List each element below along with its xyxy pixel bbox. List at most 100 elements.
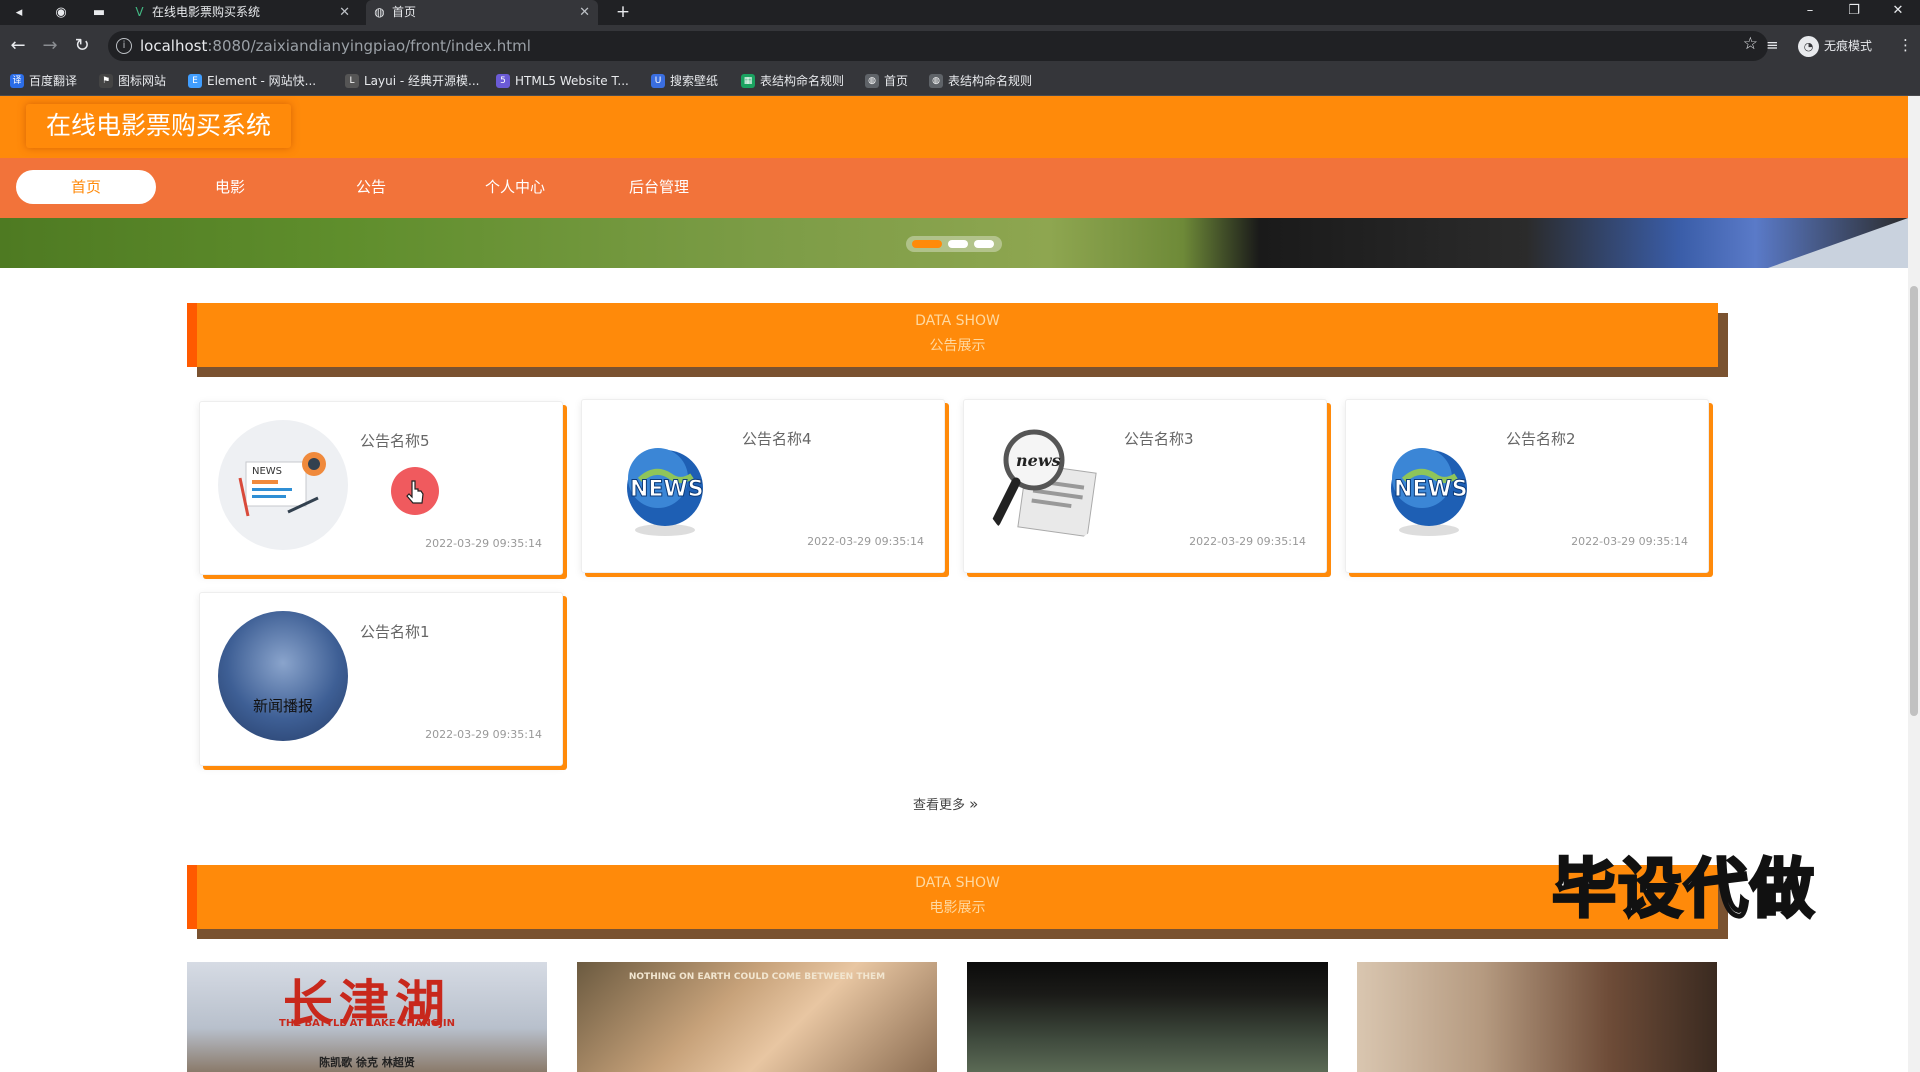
site-info-icon[interactable]: i: [116, 38, 132, 54]
svg-text:NEWS: NEWS: [1394, 477, 1468, 502]
double-chevron-right-icon: »: [969, 795, 979, 813]
notice-card[interactable]: NEWS 公告名称2 2022-03-29 09:35:14: [1345, 399, 1709, 573]
main-nav: 首页 电影 公告 个人中心 后台管理: [0, 158, 1908, 218]
notice-title: 公告名称3: [1124, 430, 1194, 448]
hero-carousel[interactable]: [0, 218, 1908, 268]
notice-card[interactable]: NEWS 公告名称5 2022-03-29 09:35:14: [199, 401, 563, 575]
movie-poster[interactable]: [967, 962, 1328, 1072]
nav-item-admin[interactable]: 后台管理: [589, 170, 729, 204]
nav-item-home[interactable]: 首页: [16, 170, 156, 204]
browser-toolbar: ← → ↻ i localhost:8080/zaixiandianyingpi…: [0, 25, 1920, 67]
bookmark-item[interactable]: E Element - 网站快...: [188, 73, 316, 90]
section-title-cn: 公告展示: [929, 338, 986, 354]
watermark-text: 毕设代做: [1551, 852, 1816, 929]
notice-time: 2022-03-29 09:35:14: [807, 535, 924, 548]
poster-cast: 陈凯歌 徐克 林超贤: [319, 1056, 415, 1069]
url-path: :8080/zaixiandianyingpiao/front/index.ht…: [207, 37, 531, 55]
svg-text:news: news: [1016, 451, 1061, 470]
pinned-tab-icon[interactable]: ◉: [50, 3, 72, 22]
html5-icon: 5: [496, 74, 510, 88]
view-more-label: 查看更多: [913, 798, 966, 813]
browser-tab[interactable]: V 在线电影票购买系统 ✕: [126, 0, 358, 25]
news-globe-icon: NEWS: [600, 418, 730, 548]
carousel-dot[interactable]: [974, 240, 994, 248]
reload-icon[interactable]: ↻: [70, 34, 94, 58]
translate-icon: 译: [10, 74, 24, 88]
bookmark-label: 百度翻译: [29, 74, 78, 88]
magnifier-newspaper-icon: news: [982, 418, 1112, 548]
notice-title: 公告名称4: [742, 430, 812, 448]
bookmark-label: Element - 网站快...: [207, 74, 317, 88]
bookmark-item[interactable]: L Layui - 经典开源模...: [345, 73, 479, 90]
bookmark-label: 图标网站: [118, 74, 167, 88]
notice-time: 2022-03-29 09:35:14: [425, 537, 542, 550]
notice-card[interactable]: news 公告名称3 2022-03-29 09:35:14: [963, 399, 1327, 573]
svg-text:NEWS: NEWS: [252, 466, 282, 477]
nav-item-profile[interactable]: 个人中心: [445, 170, 585, 204]
tab-search-icon[interactable]: ◂: [8, 3, 30, 22]
restore-icon[interactable]: ❐: [1832, 0, 1876, 25]
globe-icon: ◍: [929, 74, 943, 88]
banner-decoration: [1768, 218, 1908, 268]
pinned-tab-icon[interactable]: ▬: [88, 3, 110, 22]
movie-poster[interactable]: NOTHING ON EARTH COULD COME BETWEEN THEM: [577, 962, 937, 1072]
tab-title: 在线电影票购买系统: [152, 5, 261, 19]
notice-title: 公告名称5: [360, 432, 430, 450]
section-title-en: DATA SHOW: [915, 875, 1000, 891]
incognito-indicator[interactable]: ◔ 无痕模式: [1796, 33, 1872, 59]
bookmark-label: 首页: [884, 74, 909, 88]
screen: ◂ ◉ ▬ V 在线电影票购买系统 ✕ ◍ 首页 ✕ + – ❐ ✕ ← → ↻…: [0, 0, 1920, 1072]
bookmark-item[interactable]: 5 HTML5 Website T...: [496, 73, 629, 90]
svg-text:NEWS: NEWS: [630, 477, 704, 502]
bookmark-item[interactable]: ◍ 表结构命名规则: [929, 73, 1032, 90]
forward-arrow-icon[interactable]: →: [38, 34, 62, 58]
menu-kebab-icon[interactable]: ⋮: [1898, 36, 1913, 54]
page-scrollbar[interactable]: [1908, 96, 1920, 1072]
bookmark-item[interactable]: ⚑ 图标网站: [99, 73, 166, 90]
reading-list-icon[interactable]: ≡: [1766, 36, 1779, 54]
layui-logo-icon: L: [345, 74, 359, 88]
incognito-label: 无痕模式: [1824, 39, 1873, 53]
browser-tab-bar: ◂ ◉ ▬ V 在线电影票购买系统 ✕ ◍ 首页 ✕ + – ❐ ✕: [0, 0, 1920, 25]
address-bar[interactable]: i localhost:8080/zaixiandianyingpiao/fro…: [108, 31, 1768, 61]
notice-title: 公告名称1: [360, 623, 430, 641]
close-window-icon[interactable]: ✕: [1876, 0, 1920, 25]
carousel-dot[interactable]: [948, 240, 968, 248]
movie-poster[interactable]: [1357, 962, 1717, 1072]
new-tab-icon[interactable]: +: [612, 3, 634, 22]
sheet-icon: ▦: [741, 74, 755, 88]
nav-item-notices[interactable]: 公告: [301, 170, 441, 204]
site-title[interactable]: 在线电影票购买系统: [26, 104, 291, 148]
bookmark-item[interactable]: ▦ 表结构命名规则: [741, 73, 844, 90]
back-arrow-icon[interactable]: ←: [6, 34, 30, 58]
nav-item-movies[interactable]: 电影: [160, 170, 300, 204]
wallpaper-icon: U: [651, 74, 665, 88]
notice-card[interactable]: 新闻播报 公告名称1 2022-03-29 09:35:14: [199, 592, 563, 766]
element-logo-icon: E: [188, 74, 202, 88]
movie-poster[interactable]: 长津湖 THE BATTLE AT LAKE CHANGJIN 陈凯歌 徐克 林…: [187, 962, 547, 1072]
view-more-link[interactable]: 查看更多 »: [913, 794, 978, 813]
minimize-icon[interactable]: –: [1788, 0, 1832, 25]
flag-icon: ⚑: [99, 74, 113, 88]
carousel-dot-active[interactable]: [912, 240, 942, 248]
bookmark-label: 搜索壁纸: [670, 74, 719, 88]
bookmark-star-icon[interactable]: ☆: [1743, 34, 1758, 54]
movie-section-header: DATA SHOW 电影展示: [187, 865, 1718, 929]
url-text: localhost:8080/zaixiandianyingpiao/front…: [140, 37, 531, 55]
bookmark-label: 表结构命名规则: [948, 74, 1033, 88]
close-tab-icon[interactable]: ✕: [339, 0, 350, 25]
globe-favicon-icon: ◍: [374, 5, 385, 19]
bookmark-item[interactable]: ◍ 首页: [865, 73, 908, 90]
notice-card[interactable]: NEWS 公告名称4 2022-03-29 09:35:14: [581, 399, 945, 573]
globe-icon: ◍: [865, 74, 879, 88]
news-illustration-icon: NEWS: [218, 420, 348, 550]
bookmark-label: Layui - 经典开源模...: [364, 74, 480, 88]
notice-time: 2022-03-29 09:35:14: [1571, 535, 1688, 548]
bookmark-item[interactable]: 译百度翻译: [10, 73, 77, 90]
bookmark-item[interactable]: U 搜索壁纸: [651, 73, 718, 90]
close-tab-icon[interactable]: ✕: [579, 0, 590, 25]
poster-subtitle: NOTHING ON EARTH COULD COME BETWEEN THEM: [628, 972, 886, 982]
notice-title: 公告名称2: [1506, 430, 1576, 448]
scrollbar-thumb[interactable]: [1910, 286, 1918, 716]
browser-tab-active[interactable]: ◍ 首页 ✕: [366, 0, 598, 25]
